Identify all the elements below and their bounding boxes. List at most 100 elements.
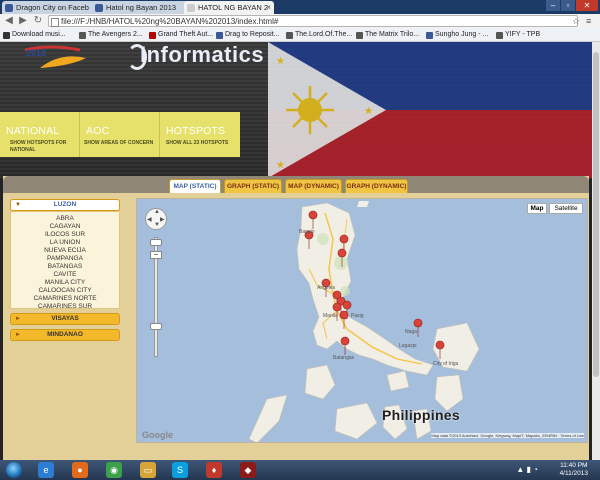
nav-subtitle: SHOW HOTSPOTS FOR NATIONAL (10, 140, 67, 153)
province-item[interactable]: CAMARINES SUR (11, 303, 119, 310)
bookmark-item[interactable]: The.Lord.Of.The... (285, 29, 352, 41)
tab-label: HATOL NG BAYAN 2 (198, 3, 269, 12)
site-logo[interactable]: 2013 (20, 42, 90, 72)
nav-title: HOTSPOTS (166, 125, 226, 137)
bookmark-label: The Avengers 2... (88, 31, 143, 38)
reload-icon[interactable]: ↻ (32, 15, 44, 27)
bookmark-label: Sungho Jung - ... (435, 31, 489, 38)
bookmark-icon (3, 32, 10, 39)
bookmark-item[interactable]: The Avengers 2... (78, 29, 143, 41)
system-tray-icons[interactable]: ▲ ▮ ◔ (516, 465, 538, 474)
content-panel: MAP (STATIC) GRAPH (STATIC) MAP (DYNAMIC… (3, 176, 589, 460)
tab-graph-static[interactable]: GRAPH (STATIC) (224, 179, 282, 193)
province-item[interactable]: CAVITE (11, 271, 119, 278)
region-mindanao-header[interactable]: ► MINDANAO (10, 329, 120, 341)
tab-map-dynamic[interactable]: MAP (DYNAMIC) (285, 179, 342, 193)
system-clock[interactable]: 11:40 PM 4/11/2013 (560, 462, 588, 478)
map-type-map-button[interactable]: Map (527, 203, 547, 214)
address-bar[interactable]: file:///F:/HNB/HATOL%20ng%20BAYAN%202013… (48, 15, 578, 27)
pan-up-icon[interactable]: ▲ (154, 209, 160, 215)
bookmark-label: The Matrix Trilo... (365, 31, 420, 38)
facebook-icon (95, 4, 103, 12)
province-item[interactable]: MANILA CITY (11, 279, 119, 286)
bookmark-item[interactable]: Download musi... (2, 29, 66, 41)
chrome-icon[interactable]: ◉ (106, 462, 122, 478)
tab-label: Dragon City on Faceb (16, 3, 89, 12)
svg-text:2013: 2013 (26, 48, 46, 58)
province-item[interactable]: CAMARINES NORTE (11, 295, 119, 302)
google-map[interactable]: Baguio Angeles Manila Pasig Batangas Leg… (136, 198, 588, 443)
app-icon[interactable]: ♦ (206, 462, 222, 478)
bookmark-label: Download musi... (12, 31, 66, 38)
main-nav: NATIONAL SHOW HOTSPOTS FOR NATIONAL AOC … (0, 112, 240, 157)
bookmark-item[interactable]: Sungho Jung - ... (425, 29, 488, 41)
bookmark-item[interactable]: Grand Theft Aut... (148, 29, 213, 41)
map-type-satellite-button[interactable]: Satellite (549, 203, 583, 214)
province-item[interactable]: BATANGAS (11, 263, 119, 270)
site-brand-text: Informatics (140, 42, 265, 67)
nav-aoc[interactable]: AOC SHOW AREAS OF CONCERN (80, 112, 160, 157)
map-attribution[interactable]: Map data ©2013 AutoNavi, Google, Kingway… (431, 433, 584, 438)
place-label: Pasig (351, 313, 364, 319)
bookmark-icon (496, 32, 503, 39)
skype-icon[interactable]: S (172, 462, 188, 478)
wrench-icon[interactable]: ≡ (586, 16, 596, 26)
window-controls: – ▫ ✕ (546, 0, 598, 13)
browser-tab-active[interactable]: HATOL NG BAYAN 2 × (184, 1, 274, 14)
province-item[interactable]: CAGAYAN (11, 223, 119, 230)
province-item[interactable]: ILOCOS SUR (11, 231, 119, 238)
nav-title: AOC (86, 125, 110, 137)
zoom-out-button[interactable] (150, 323, 162, 330)
province-item[interactable]: NUEVA ECIJA (11, 247, 119, 254)
pan-control[interactable]: ▲ ▼ ◀ ▶ (145, 208, 167, 230)
pan-right-icon[interactable]: ▶ (160, 216, 165, 223)
region-label: LUZON (53, 201, 77, 208)
tab-graph-dynamic[interactable]: GRAPH (DYNAMIC) (345, 179, 408, 193)
zoom-slider-handle[interactable]: – (150, 251, 162, 259)
province-item[interactable]: CALOOCAN CITY (11, 287, 119, 294)
zoom-in-button[interactable] (150, 239, 162, 246)
browser-tab[interactable]: Hatol ng Bayan 2013 × (92, 1, 198, 14)
province-item[interactable]: LA UNION (11, 239, 119, 246)
philippine-flag-banner: ★ ★ ★ (268, 42, 592, 178)
nav-hotspots[interactable]: HOTSPOTS SHOW ALL 23 HOTSPOTS (160, 112, 240, 157)
bookmarks-bar: Download musi... The Avengers 2... Grand… (0, 29, 600, 42)
close-icon[interactable]: × (266, 1, 271, 14)
folder-icon[interactable]: ▭ (140, 462, 156, 478)
bookmark-label: Grand Theft Aut... (158, 31, 214, 38)
firefox-icon[interactable]: ● (72, 462, 88, 478)
place-label: Legazpi (399, 343, 417, 349)
bookmark-item[interactable]: YIFY - TPB (495, 29, 540, 41)
province-item[interactable]: PAMPANGA (11, 255, 119, 262)
nav-subtitle: SHOW AREAS OF CONCERN (84, 140, 154, 146)
bookmark-item[interactable]: Drag to Reposit... (215, 29, 279, 41)
region-luzon-header[interactable]: ▼ LUZON (10, 199, 120, 211)
minimize-icon[interactable]: – (546, 0, 560, 11)
triangle-right-icon: ► (15, 332, 21, 338)
bookmark-icon (356, 32, 363, 39)
tab-map-static[interactable]: MAP (STATIC) (169, 179, 221, 193)
clock-time: 11:40 PM (560, 462, 588, 469)
star-icon[interactable]: ☆ (572, 16, 582, 26)
nav-national[interactable]: NATIONAL SHOW HOTSPOTS FOR NATIONAL (0, 112, 80, 157)
google-logo[interactable]: Google (142, 430, 173, 440)
scrollbar-thumb[interactable] (593, 52, 599, 377)
windows-start-icon[interactable] (6, 462, 22, 478)
window-close-icon[interactable]: ✕ (576, 0, 598, 11)
bookmark-item[interactable]: The Matrix Trilo... (355, 29, 419, 41)
region-sidebar: ▼ LUZON ABRA CAGAYAN ILOCOS SUR LA UNION… (10, 199, 120, 359)
url-text: file:///F:/HNB/HATOL%20ng%20BAYAN%202013… (61, 17, 279, 26)
triangle-down-icon: ▼ (15, 202, 21, 208)
forward-icon[interactable]: ▶ (17, 15, 29, 27)
pan-left-icon[interactable]: ◀ (147, 216, 152, 223)
ie-icon[interactable]: e (38, 462, 54, 478)
bookmark-label: Drag to Reposit... (225, 31, 280, 38)
place-label: Naga (405, 329, 417, 335)
province-item[interactable]: ABRA (11, 215, 119, 222)
game-icon[interactable]: ◆ (240, 462, 256, 478)
place-label: Batangas (333, 355, 355, 361)
maximize-icon[interactable]: ▫ (561, 0, 575, 11)
region-visayas-header[interactable]: ► VISAYAS (10, 313, 120, 325)
page-scrollbar[interactable] (592, 42, 600, 460)
back-icon[interactable]: ◀ (3, 15, 15, 27)
